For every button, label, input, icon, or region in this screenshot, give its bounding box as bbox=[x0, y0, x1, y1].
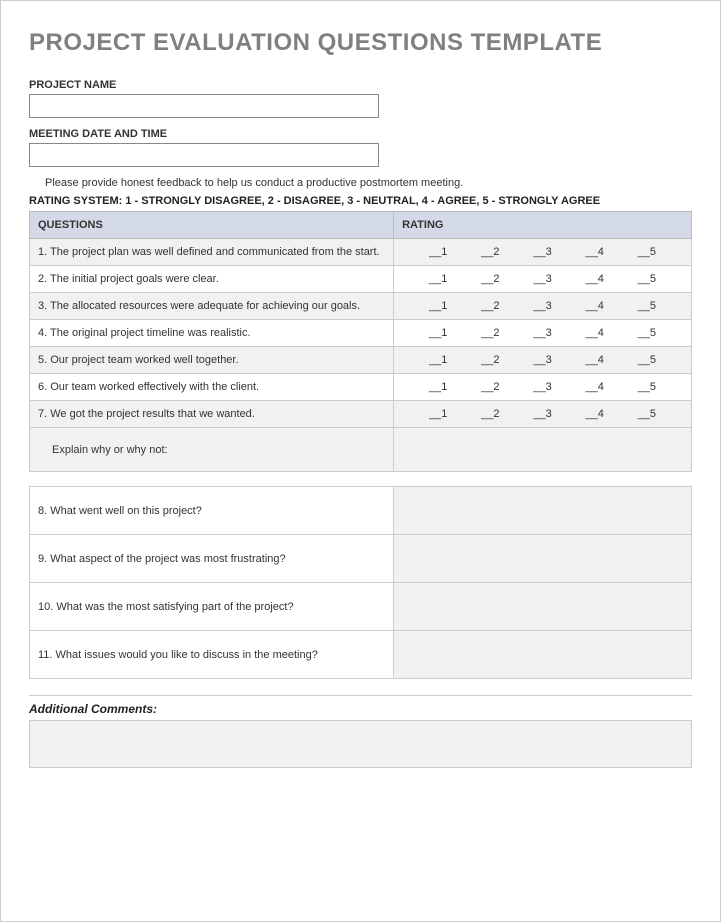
rating-option[interactable]: __3 bbox=[533, 246, 551, 258]
open-question-answer[interactable] bbox=[394, 535, 692, 583]
rating-option[interactable]: __4 bbox=[586, 408, 604, 420]
question-text: 7. We got the project results that we wa… bbox=[30, 401, 394, 428]
project-name-group: PROJECT NAME bbox=[29, 79, 692, 118]
rating-option[interactable]: __5 bbox=[638, 273, 656, 285]
question-text: 5. Our project team worked well together… bbox=[30, 347, 394, 374]
rating-option[interactable]: __5 bbox=[638, 354, 656, 366]
open-question-answer[interactable] bbox=[394, 631, 692, 679]
rating-option[interactable]: __2 bbox=[481, 273, 499, 285]
header-rating: RATING bbox=[394, 212, 692, 239]
rating-option[interactable]: __4 bbox=[586, 246, 604, 258]
additional-comments-label: Additional Comments: bbox=[29, 695, 692, 716]
page: PROJECT EVALUATION QUESTIONS TEMPLATE PR… bbox=[0, 0, 721, 922]
explain-answer[interactable] bbox=[394, 428, 692, 472]
open-question-text: 11. What issues would you like to discus… bbox=[30, 631, 394, 679]
open-question-text: 10. What was the most satisfying part of… bbox=[30, 583, 394, 631]
rating-option[interactable]: __2 bbox=[481, 381, 499, 393]
header-questions: QUESTIONS bbox=[30, 212, 394, 239]
rating-option[interactable]: __1 bbox=[429, 273, 447, 285]
rating-option[interactable]: __2 bbox=[481, 354, 499, 366]
rating-option[interactable]: __1 bbox=[429, 381, 447, 393]
rating-option[interactable]: __5 bbox=[638, 300, 656, 312]
rating-cell: __1 __2 __3 __4 __5 bbox=[394, 320, 692, 347]
rating-option[interactable]: __1 bbox=[429, 300, 447, 312]
question-text: 4. The original project timeline was rea… bbox=[30, 320, 394, 347]
meeting-group: MEETING DATE AND TIME bbox=[29, 128, 692, 167]
additional-comments-box[interactable] bbox=[29, 720, 692, 768]
rating-cell: __1 __2 __3 __4 __5 bbox=[394, 401, 692, 428]
rating-cell: __1 __2 __3 __4 __5 bbox=[394, 293, 692, 320]
question-text: 6. Our team worked effectively with the … bbox=[30, 374, 394, 401]
rated-questions-table: QUESTIONS RATING 1. The project plan was… bbox=[29, 211, 692, 472]
open-question-text: 8. What went well on this project? bbox=[30, 487, 394, 535]
rating-option[interactable]: __5 bbox=[638, 381, 656, 393]
open-question-text: 9. What aspect of the project was most f… bbox=[30, 535, 394, 583]
rating-cell: __1 __2 __3 __4 __5 bbox=[394, 374, 692, 401]
rating-option[interactable]: __5 bbox=[638, 246, 656, 258]
project-name-input[interactable] bbox=[29, 94, 379, 118]
question-text: 3. The allocated resources were adequate… bbox=[30, 293, 394, 320]
rating-option[interactable]: __2 bbox=[481, 408, 499, 420]
rating-option[interactable]: __2 bbox=[481, 246, 499, 258]
rating-option[interactable]: __1 bbox=[429, 327, 447, 339]
rating-option[interactable]: __4 bbox=[586, 381, 604, 393]
meeting-label: MEETING DATE AND TIME bbox=[29, 128, 692, 140]
rating-option[interactable]: __4 bbox=[586, 273, 604, 285]
rating-option[interactable]: __1 bbox=[429, 408, 447, 420]
rating-cell: __1 __2 __3 __4 __5 bbox=[394, 266, 692, 293]
instruction-text: Please provide honest feedback to help u… bbox=[45, 177, 692, 189]
rating-option[interactable]: __5 bbox=[638, 408, 656, 420]
rating-cell: __1 __2 __3 __4 __5 bbox=[394, 347, 692, 374]
rating-option[interactable]: __2 bbox=[481, 300, 499, 312]
rating-option[interactable]: __1 bbox=[429, 354, 447, 366]
rating-option[interactable]: __1 bbox=[429, 246, 447, 258]
rating-option[interactable]: __3 bbox=[533, 327, 551, 339]
rating-option[interactable]: __5 bbox=[638, 327, 656, 339]
rating-option[interactable]: __3 bbox=[533, 354, 551, 366]
question-text: 1. The project plan was well defined and… bbox=[30, 239, 394, 266]
open-question-answer[interactable] bbox=[394, 583, 692, 631]
rating-option[interactable]: __2 bbox=[481, 327, 499, 339]
meeting-input[interactable] bbox=[29, 143, 379, 167]
project-name-label: PROJECT NAME bbox=[29, 79, 692, 91]
rating-option[interactable]: __3 bbox=[533, 381, 551, 393]
page-title: PROJECT EVALUATION QUESTIONS TEMPLATE bbox=[29, 29, 692, 57]
rating-option[interactable]: __3 bbox=[533, 300, 551, 312]
open-question-answer[interactable] bbox=[394, 487, 692, 535]
rating-cell: __1 __2 __3 __4 __5 bbox=[394, 239, 692, 266]
rating-option[interactable]: __4 bbox=[586, 354, 604, 366]
open-questions-table: 8. What went well on this project?9. Wha… bbox=[29, 486, 692, 679]
rating-option[interactable]: __3 bbox=[533, 273, 551, 285]
rating-option[interactable]: __4 bbox=[586, 327, 604, 339]
explain-label: Explain why or why not: bbox=[30, 428, 394, 472]
rating-option[interactable]: __3 bbox=[533, 408, 551, 420]
rating-system-text: RATING SYSTEM: 1 - STRONGLY DISAGREE, 2 … bbox=[29, 195, 692, 207]
rating-option[interactable]: __4 bbox=[586, 300, 604, 312]
question-text: 2. The initial project goals were clear. bbox=[30, 266, 394, 293]
